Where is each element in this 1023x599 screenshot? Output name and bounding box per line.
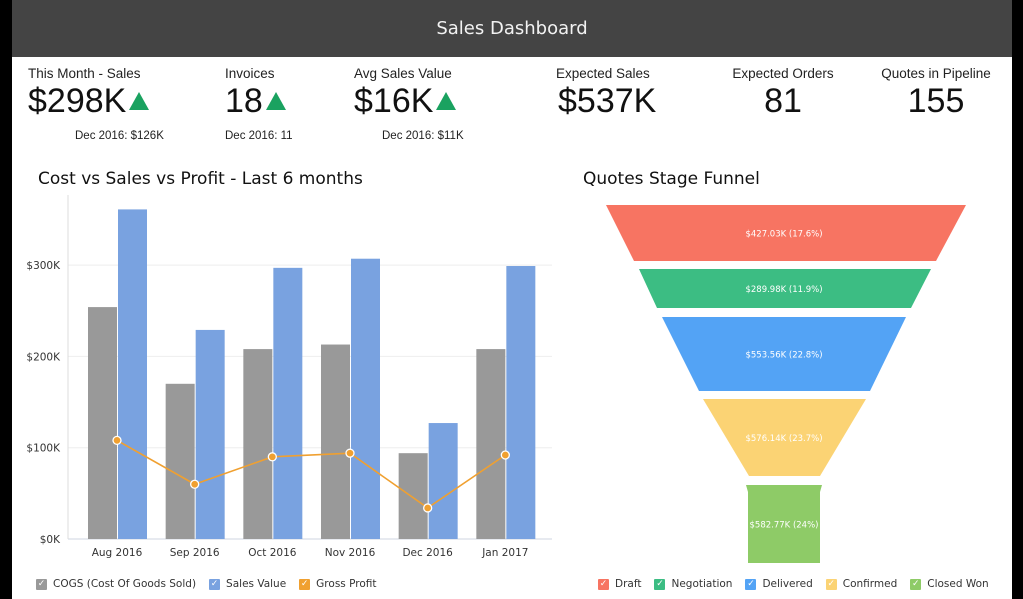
bar-cogs[interactable] <box>88 307 117 539</box>
funnel-stage-label: $427.03K (17.6%) <box>745 230 822 240</box>
legend-checkbox-icon[interactable]: ✓ <box>654 578 666 590</box>
legend-item[interactable]: ✓ Negotiation <box>654 578 732 590</box>
kpi-label: This Month - Sales <box>28 66 141 81</box>
kpi-label: Expected Sales <box>556 66 650 81</box>
legend-label: COGS (Cost Of Goods Sold) <box>53 578 197 590</box>
legend-label: Delivered <box>762 578 813 590</box>
kpi-invoices: Invoices 18 Dec 2016: 11 <box>225 66 293 142</box>
gross-profit-point[interactable] <box>190 479 200 489</box>
legend-checkbox-icon[interactable]: ✓ <box>36 578 47 590</box>
funnel-stage-label: $553.56K (22.8%) <box>745 351 822 361</box>
y-tick-label: $300K <box>26 260 61 272</box>
legend-checkbox-icon[interactable]: ✓ <box>745 578 757 590</box>
bar-chart-legend: ✓ COGS (Cost Of Goods Sold) ✓ Sales Value ✓ G… <box>36 578 390 590</box>
kpi-label: Invoices <box>225 66 275 81</box>
kpi-comparison: Dec 2016: 11 <box>225 130 293 142</box>
funnel-stage-label: $289.98K (11.9%) <box>745 285 822 295</box>
page-title: Sales Dashboard <box>12 0 1012 57</box>
legend-label: Negotiation <box>671 578 733 590</box>
kpi-expected-sales: Expected Sales $537K <box>556 66 656 121</box>
funnel-chart-legend: ✓ Draft ✓ Negotiation ✓ Delivered ✓ Confirmed ✓ C… <box>598 578 1002 590</box>
y-tick-label: $200K <box>26 351 61 363</box>
kpi-value: $16K <box>354 82 434 120</box>
legend-item[interactable]: ✓ Sales Value <box>209 578 286 590</box>
y-tick-label: $100K <box>26 443 61 455</box>
legend-checkbox-icon[interactable]: ✓ <box>825 578 837 590</box>
kpi-value: 18 <box>225 82 263 120</box>
kpi-value: $537K <box>558 82 657 120</box>
x-tick-label: Dec 2016 <box>402 547 453 559</box>
gross-profit-point[interactable] <box>423 503 433 513</box>
bar-sales-value[interactable] <box>428 423 458 539</box>
legend-item[interactable]: ✓ Gross Profit <box>299 578 377 590</box>
quotes-stage-funnel-chart: $427.03K (17.6%) $289.98K (11.9%) $553.56K… <box>606 205 966 563</box>
kpi-quotes-in-pipeline: Quotes in Pipeline 155 <box>876 66 996 121</box>
kpi-label: Quotes in Pipeline <box>881 66 991 81</box>
bar-cogs[interactable] <box>321 344 350 539</box>
gross-profit-point[interactable] <box>267 452 277 462</box>
legend-label: Draft <box>615 578 642 590</box>
bar-cogs[interactable] <box>398 453 428 539</box>
kpi-value: 81 <box>764 82 802 120</box>
trend-up-icon <box>129 92 150 110</box>
legend-item[interactable]: ✓ COGS (Cost Of Goods Sold) <box>36 578 196 590</box>
cost-sales-profit-chart: $0K $100K $200K $300K Aug 2016 Sep 2016 Oct 20… <box>26 195 552 559</box>
bar-cogs[interactable] <box>243 349 273 539</box>
legend-checkbox-icon[interactable]: ✓ <box>598 578 609 590</box>
legend-checkbox-icon[interactable]: ✓ <box>299 578 311 590</box>
gross-profit-point[interactable] <box>345 448 355 458</box>
x-tick-label: Jan 2017 <box>481 547 528 559</box>
trend-up-icon <box>265 92 286 110</box>
x-tick-label: Sep 2016 <box>170 547 220 559</box>
y-tick-label: $0K <box>40 534 61 546</box>
legend-item[interactable]: ✓ Confirmed <box>825 578 898 590</box>
legend-label: Confirmed <box>842 578 898 590</box>
legend-checkbox-icon[interactable]: ✓ <box>209 578 221 590</box>
x-tick-label: Nov 2016 <box>325 547 376 559</box>
legend-label: Gross Profit <box>316 578 377 590</box>
funnel-stage-label: $582.77K (24%) <box>750 521 819 531</box>
funnel-stage-label: $576.14K (23.7%) <box>745 434 822 444</box>
gross-profit-point[interactable] <box>500 450 510 460</box>
trend-up-icon <box>436 92 457 110</box>
legend-label: Closed Won <box>927 578 989 590</box>
kpi-this-month-sales: This Month - Sales $298K Dec 2016: $126K <box>28 66 164 142</box>
x-tick-label: Aug 2016 <box>92 547 143 559</box>
bar-sales-value[interactable] <box>273 267 303 539</box>
legend-checkbox-icon[interactable]: ✓ <box>910 578 922 590</box>
bar-cogs[interactable] <box>476 349 506 539</box>
bar-sales-value[interactable] <box>351 258 380 539</box>
legend-item[interactable]: ✓ Delivered <box>745 578 813 590</box>
kpi-label: Expected Orders <box>732 66 834 81</box>
kpi-expected-orders: Expected Orders 81 <box>718 66 848 121</box>
kpi-avg-sales-value: Avg Sales Value $16K Dec 2016: $11K <box>354 66 464 142</box>
kpi-comparison: Dec 2016: $11K <box>382 130 464 142</box>
dashboard-panel: Sales Dashboard This Month - Sales $298K… <box>12 0 1012 599</box>
bar-sales-value[interactable] <box>118 209 147 540</box>
funnel-chart-title: Quotes Stage Funnel <box>583 169 760 189</box>
legend-label: Sales Value <box>226 578 287 590</box>
bar-sales-value[interactable] <box>195 329 225 539</box>
kpi-label: Avg Sales Value <box>354 66 452 81</box>
legend-item[interactable]: ✓ Draft <box>598 578 641 590</box>
kpi-value: 155 <box>907 82 965 120</box>
kpi-comparison: Dec 2016: $126K <box>75 130 164 142</box>
bar-sales-value[interactable] <box>506 266 536 539</box>
legend-item[interactable]: ✓ Closed Won <box>910 578 989 590</box>
screen-edge <box>1012 0 1023 599</box>
x-tick-label: Oct 2016 <box>248 547 297 559</box>
bar-chart-title: Cost vs Sales vs Profit - Last 6 months <box>38 169 363 189</box>
bar-cogs[interactable] <box>165 383 195 539</box>
kpi-value: $298K <box>28 82 127 120</box>
gross-profit-point[interactable] <box>112 435 122 446</box>
